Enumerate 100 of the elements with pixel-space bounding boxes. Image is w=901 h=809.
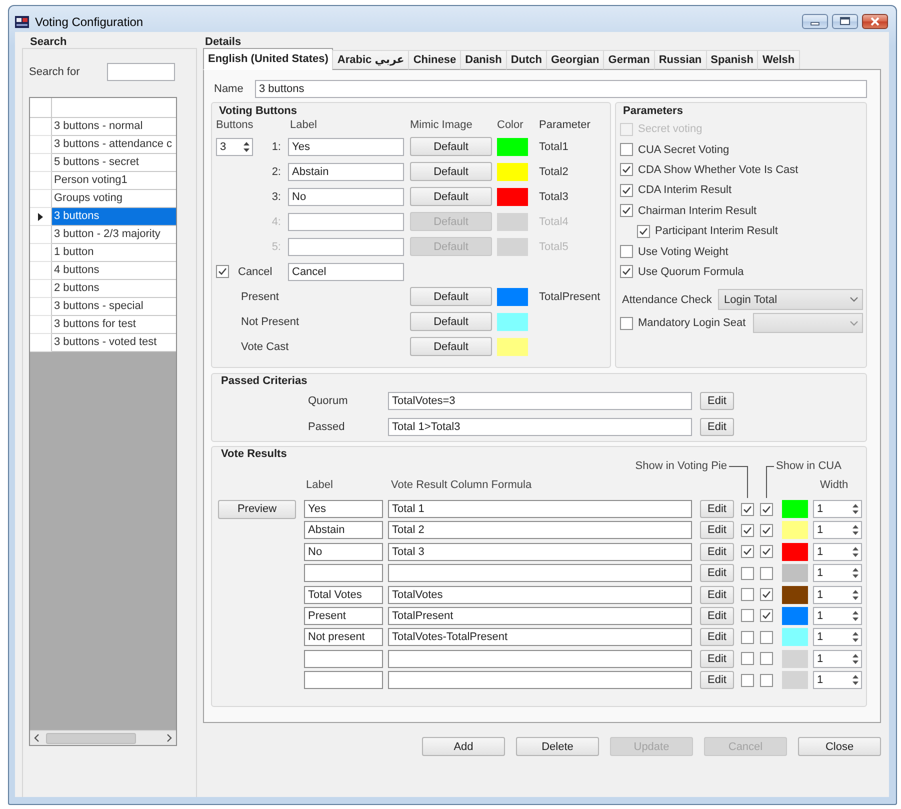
color-swatch[interactable] bbox=[782, 586, 808, 604]
label-field[interactable]: Cancel bbox=[288, 262, 404, 280]
tab[interactable]: Dutch bbox=[506, 50, 547, 70]
list-item[interactable]: 3 buttons - normal bbox=[52, 118, 176, 136]
spin-arrows-icon[interactable] bbox=[852, 546, 859, 558]
spin-arrows-icon[interactable] bbox=[852, 567, 859, 580]
edit-button[interactable]: Edit bbox=[700, 418, 734, 436]
formula-field[interactable] bbox=[388, 564, 692, 582]
tab[interactable]: Russian bbox=[654, 50, 707, 70]
list-item[interactable]: 3 buttons - special bbox=[52, 298, 176, 316]
label-field[interactable] bbox=[304, 564, 383, 582]
label-field[interactable] bbox=[304, 650, 383, 668]
image-button[interactable]: Default bbox=[410, 137, 492, 156]
label-field[interactable]: Abstain bbox=[304, 521, 383, 540]
tab[interactable]: Welsh bbox=[757, 50, 800, 70]
color-swatch[interactable] bbox=[497, 188, 528, 206]
tab[interactable]: English (United States) bbox=[203, 48, 334, 70]
spinner-field[interactable]: 1 bbox=[813, 671, 862, 690]
spinner-field[interactable]: 1 bbox=[813, 586, 862, 604]
color-swatch[interactable] bbox=[497, 162, 528, 180]
checkbox[interactable] bbox=[741, 652, 754, 666]
image-button[interactable]: Default bbox=[410, 337, 492, 356]
spin-arrows-icon[interactable] bbox=[852, 503, 859, 515]
list-item[interactable]: 3 buttons bbox=[52, 208, 176, 226]
checkbox[interactable] bbox=[620, 265, 633, 278]
checkbox[interactable] bbox=[760, 524, 773, 537]
color-swatch[interactable] bbox=[782, 628, 808, 646]
edit-button[interactable]: Edit bbox=[700, 606, 734, 625]
image-button[interactable]: Default bbox=[410, 162, 492, 181]
color-swatch[interactable] bbox=[782, 606, 808, 625]
checkbox[interactable] bbox=[760, 566, 773, 580]
label-field[interactable]: Total Votes bbox=[304, 586, 383, 604]
tab[interactable]: Arabic عربي bbox=[332, 50, 410, 70]
edit-button[interactable]: Edit bbox=[700, 650, 734, 668]
label-field[interactable] bbox=[288, 212, 404, 230]
checkbox[interactable] bbox=[620, 316, 633, 330]
color-swatch[interactable] bbox=[782, 542, 808, 561]
list-item[interactable]: 3 buttons - attendance c bbox=[52, 136, 176, 154]
spin-arrows-icon[interactable] bbox=[852, 652, 859, 665]
row-header-cell[interactable] bbox=[30, 172, 52, 190]
label-field[interactable]: No bbox=[288, 188, 404, 206]
image-button[interactable]: Default bbox=[410, 312, 492, 331]
checkbox[interactable] bbox=[760, 502, 773, 516]
checkbox[interactable] bbox=[741, 630, 754, 644]
scrollbar[interactable] bbox=[30, 730, 176, 745]
maximize-icon[interactable] bbox=[832, 14, 858, 29]
label-field[interactable]: Present bbox=[304, 606, 383, 625]
checkbox[interactable] bbox=[216, 265, 229, 278]
formula-field[interactable]: Total 1>Total3 bbox=[388, 418, 692, 436]
formula-field[interactable]: TotalVotes=3 bbox=[388, 392, 692, 410]
row-header-cell[interactable] bbox=[30, 208, 52, 226]
color-swatch[interactable] bbox=[497, 312, 528, 330]
spin-arrows-icon[interactable] bbox=[852, 631, 859, 644]
checkbox[interactable] bbox=[760, 674, 773, 687]
row-header-cell[interactable] bbox=[30, 316, 52, 334]
row-header-cell[interactable] bbox=[30, 226, 52, 244]
spinner-field[interactable]: 1 bbox=[813, 521, 862, 540]
label-field[interactable]: Abstain bbox=[288, 162, 404, 180]
color-swatch[interactable] bbox=[782, 564, 808, 582]
spin-arrows-icon[interactable] bbox=[852, 588, 859, 601]
list-item[interactable]: 1 button bbox=[52, 244, 176, 262]
color-swatch[interactable] bbox=[497, 338, 528, 356]
checkbox[interactable] bbox=[760, 609, 773, 622]
spin-arrows-icon[interactable] bbox=[852, 524, 859, 536]
checkbox[interactable] bbox=[741, 502, 754, 516]
label-field[interactable] bbox=[304, 671, 383, 690]
checkbox[interactable] bbox=[620, 163, 633, 176]
color-swatch[interactable] bbox=[782, 521, 808, 540]
name-field[interactable]: 3 buttons bbox=[255, 80, 867, 98]
checkbox[interactable] bbox=[741, 566, 754, 580]
list-item[interactable]: 4 buttons bbox=[52, 262, 176, 280]
formula-field[interactable]: TotalPresent bbox=[388, 606, 692, 625]
edit-button[interactable]: Edit bbox=[700, 392, 734, 410]
color-swatch[interactable] bbox=[497, 138, 528, 156]
row-header-cell[interactable] bbox=[30, 262, 52, 280]
formula-field[interactable]: Total 2 bbox=[388, 521, 692, 540]
list-item[interactable]: 3 button - 2/3 majority bbox=[52, 226, 176, 244]
spin-arrows-icon[interactable] bbox=[243, 140, 250, 152]
checkbox[interactable] bbox=[760, 588, 773, 602]
edit-button[interactable]: Edit bbox=[700, 521, 734, 540]
formula-field[interactable]: Total 3 bbox=[388, 542, 692, 561]
formula-field[interactable] bbox=[388, 650, 692, 668]
edit-button[interactable]: Edit bbox=[700, 500, 734, 518]
edit-button[interactable]: Edit bbox=[700, 586, 734, 604]
spinner-field[interactable]: 1 bbox=[813, 500, 862, 518]
formula-field[interactable]: Total 1 bbox=[388, 500, 692, 518]
checkbox[interactable] bbox=[760, 630, 773, 644]
color-swatch[interactable] bbox=[497, 288, 528, 306]
formula-field[interactable] bbox=[388, 671, 692, 690]
row-header-cell[interactable] bbox=[30, 298, 52, 316]
dropdown[interactable]: Login Total bbox=[718, 289, 863, 310]
tab[interactable]: Danish bbox=[460, 50, 507, 70]
tab[interactable]: Spanish bbox=[706, 50, 758, 70]
list-item[interactable]: 3 buttons for test bbox=[52, 316, 176, 334]
tab[interactable]: Georgian bbox=[546, 50, 604, 70]
row-header-cell[interactable] bbox=[30, 154, 52, 172]
edit-button[interactable]: Edit bbox=[700, 628, 734, 646]
row-header-cell[interactable] bbox=[30, 280, 52, 298]
color-swatch[interactable] bbox=[782, 650, 808, 668]
label-field[interactable] bbox=[288, 238, 404, 256]
